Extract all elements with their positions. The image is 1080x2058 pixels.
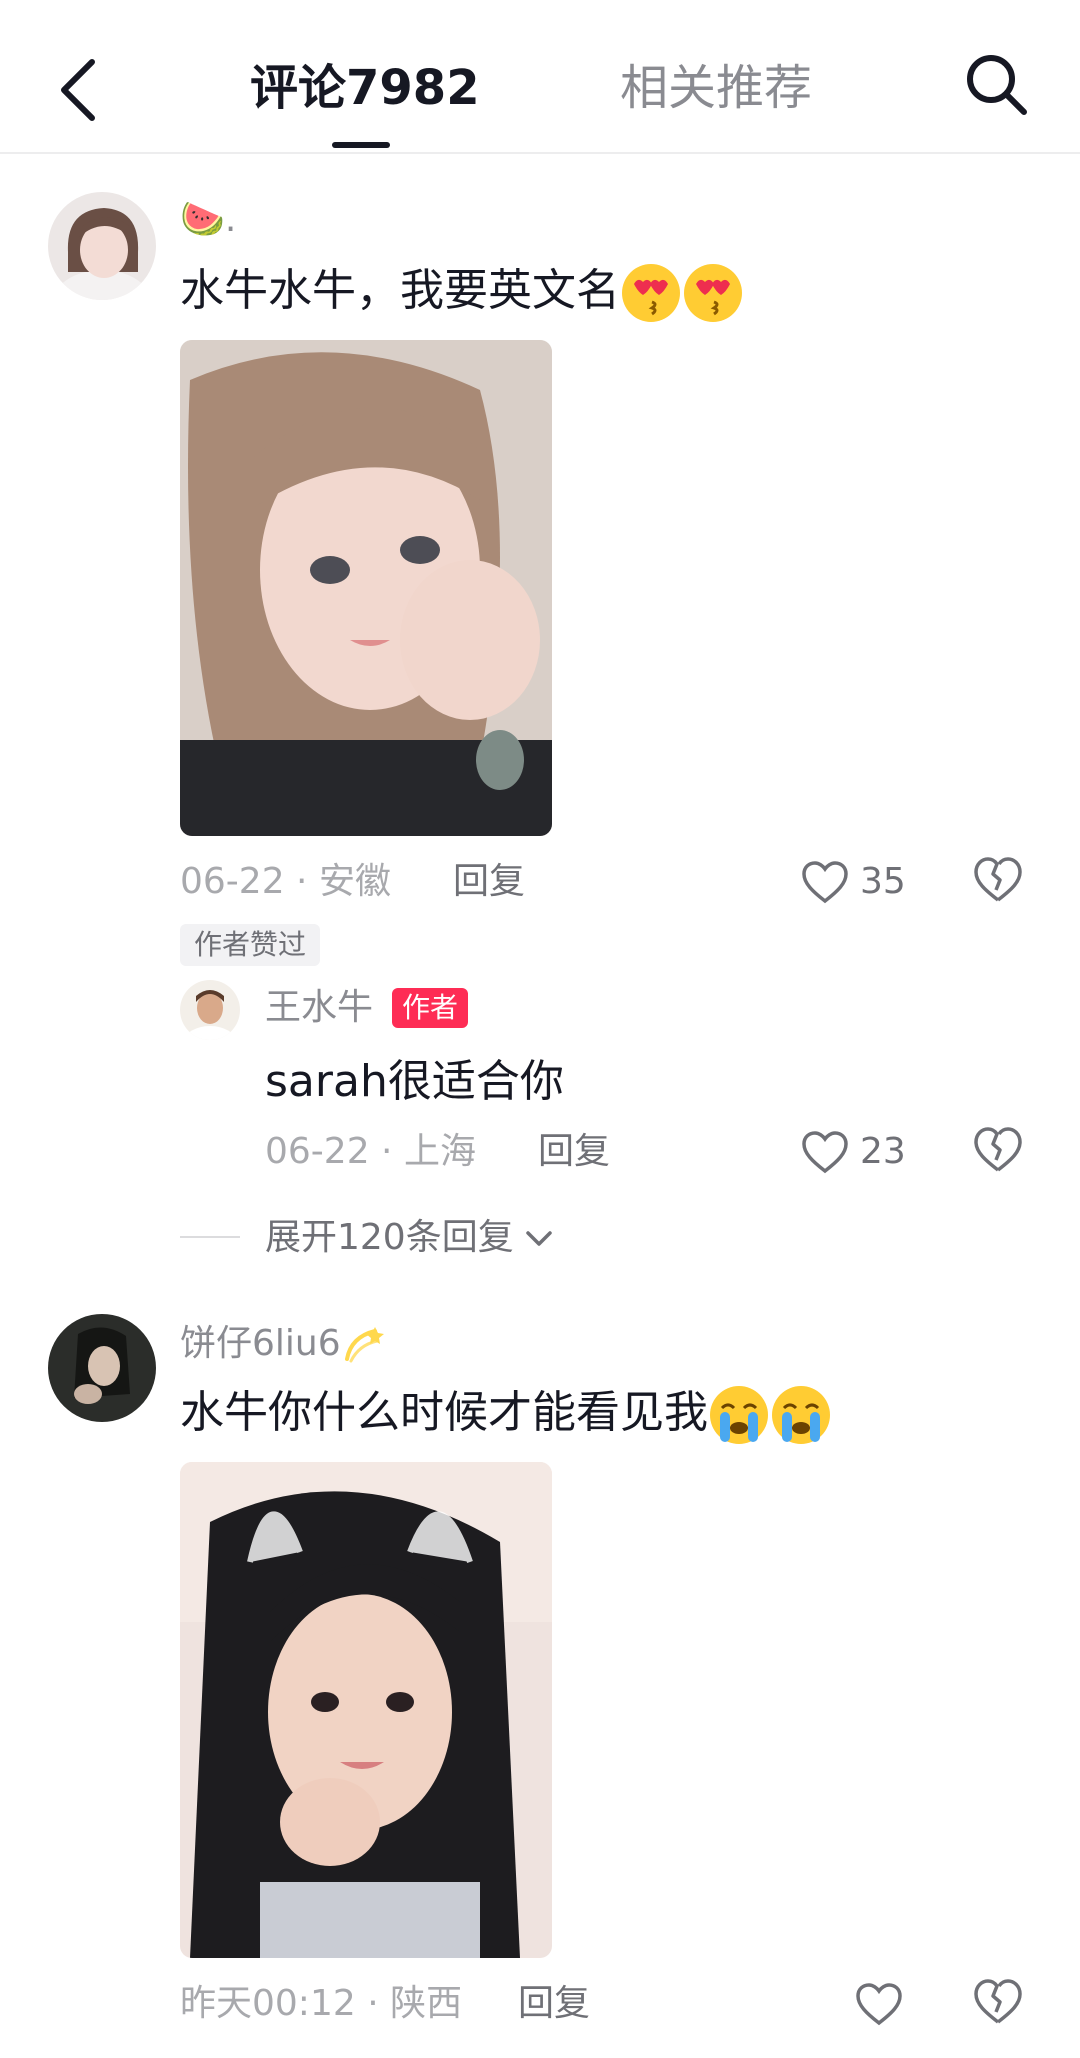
avatar[interactable] (48, 1314, 156, 1422)
comment-photo[interactable] (180, 1462, 552, 1958)
dizzy-emoji (344, 1327, 384, 1363)
back-button[interactable] (50, 48, 110, 132)
reply-like-button[interactable]: 23 (800, 1124, 906, 1180)
dislike-button[interactable] (972, 1976, 1024, 2028)
like-button[interactable] (854, 1976, 904, 2032)
top-bar: 评论7982 相关推荐 (0, 0, 1080, 154)
reply-username[interactable]: 王水牛 (265, 986, 373, 1030)
like-button[interactable]: 35 (800, 854, 906, 910)
heart-icon (802, 861, 848, 904)
comment-username[interactable]: 饼仔6liu6 (180, 1322, 385, 1367)
reply-like-count: 23 (860, 1131, 906, 1172)
broken-heart-icon (974, 1979, 1022, 2024)
comment-text: 水牛水牛，我要英文名 (180, 262, 744, 324)
crying-emoji (772, 1386, 830, 1444)
reply-reply-button[interactable]: 回复 (538, 1130, 610, 1174)
reply-text: sarah很适合你 (265, 1056, 564, 1107)
search-icon (967, 55, 1027, 115)
reply-button[interactable]: 回复 (518, 1982, 590, 2026)
selfie-image (180, 340, 552, 836)
expand-divider (180, 1236, 240, 1238)
comment-photo[interactable] (180, 340, 552, 836)
expand-replies-button[interactable]: 展开120条回复 (265, 1216, 556, 1260)
comment-date-location: 06-22 · 安徽 (180, 861, 391, 902)
crying-emoji (710, 1386, 768, 1444)
chevron-left-icon (61, 59, 95, 121)
comment-username-text: 饼仔6liu6 (180, 1323, 341, 1364)
comment-body: 水牛你什么时候才能看见我 (180, 1387, 708, 1438)
avatar[interactable] (48, 192, 156, 300)
author-tag: 作者 (392, 988, 469, 1028)
reply-avatar[interactable] (180, 980, 240, 1040)
comment-body: 水牛水牛，我要英文名 (180, 265, 620, 316)
active-tab-indicator (332, 142, 390, 148)
tab-comments[interactable]: 评论7982 (250, 56, 480, 120)
author-liked-badge: 作者赞过 (180, 924, 321, 966)
reply-button[interactable]: 回复 (453, 860, 525, 904)
like-count: 35 (860, 861, 906, 902)
reply-avatar-image (180, 980, 240, 1040)
reply-date-location: 06-22 · 上海 (265, 1131, 476, 1172)
avatar-image (48, 192, 156, 300)
comment-date-location: 昨天00:12 · 陕西 (180, 1983, 463, 2024)
reply-dislike-button[interactable] (972, 1124, 1024, 1176)
comment-text: 水牛你什么时候才能看见我 (180, 1384, 832, 1446)
selfie-image (180, 1462, 552, 1958)
chevron-down-icon (525, 1231, 552, 1246)
tab-related[interactable]: 相关推荐 (620, 56, 812, 120)
dislike-button[interactable] (972, 854, 1024, 906)
broken-heart-icon (974, 857, 1022, 902)
broken-heart-icon (974, 1127, 1022, 1172)
heart-icon (856, 1983, 902, 2026)
expand-replies-label: 展开120条回复 (265, 1217, 514, 1258)
avatar-image (48, 1314, 156, 1422)
heart-eyes-emoji (684, 264, 742, 322)
heart-icon (802, 1131, 848, 1174)
heart-eyes-emoji (622, 264, 680, 322)
search-button[interactable] (960, 48, 1032, 120)
comment-username[interactable]: 🍉. (180, 198, 236, 242)
